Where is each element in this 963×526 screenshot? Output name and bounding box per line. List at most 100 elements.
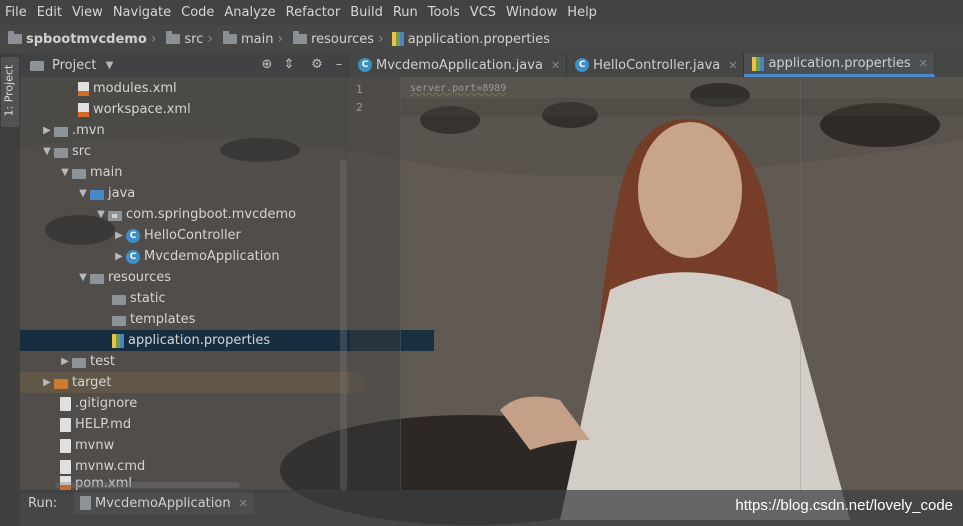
tree-item-main[interactable]: ▼ main	[20, 162, 380, 183]
run-config-icon	[80, 496, 91, 510]
tree-item-label: test	[90, 354, 115, 369]
tree-item-src[interactable]: ▼ src	[20, 141, 362, 162]
tree-item-test[interactable]: ▶ test	[20, 351, 380, 372]
file-icon	[60, 459, 71, 474]
menu-run[interactable]: Run	[388, 0, 423, 25]
tree-item-modules-xml[interactable]: modules.xml	[20, 78, 400, 99]
view-dropdown-icon[interactable]: ▼	[102, 60, 116, 71]
properties-file-icon	[112, 333, 124, 348]
tree-item-mvnw[interactable]: mvnw	[20, 435, 382, 456]
breadcrumb-project-label: spbootmvcdemo	[26, 31, 147, 47]
xml-file-icon	[78, 102, 89, 117]
project-panel-header: Project ▼ ⊕ ⇕ ⚙ –	[20, 53, 350, 77]
collapse-arrow-icon[interactable]: ▼	[94, 209, 108, 220]
breadcrumb-src[interactable]: src	[158, 31, 204, 47]
breadcrumb-project[interactable]: spbootmvcdemo	[0, 31, 147, 47]
close-icon[interactable]: ✕	[551, 59, 560, 72]
menu-vcs[interactable]: VCS	[465, 0, 501, 25]
tree-item-label: target	[72, 375, 112, 390]
tab-label: application.properties	[768, 56, 911, 71]
menu-analyze[interactable]: Analyze	[219, 0, 280, 25]
minimize-icon[interactable]: –	[332, 58, 346, 72]
source-folder-icon	[90, 189, 104, 200]
breadcrumb-file[interactable]: application.properties	[386, 32, 550, 47]
run-config-tab[interactable]: MvcdemoApplication ✕	[74, 492, 254, 514]
breadcrumb-separator: ›	[378, 31, 384, 47]
project-view-icon	[30, 61, 44, 71]
menu-edit[interactable]: Edit	[32, 0, 67, 25]
locate-icon[interactable]: ⊕	[260, 58, 274, 72]
menu-view[interactable]: View	[67, 0, 108, 25]
expand-arrow-icon[interactable]: ▶	[58, 356, 72, 367]
tree-item-mvnw-cmd[interactable]: mvnw.cmd	[20, 456, 382, 477]
tree-item-label: HELP.md	[75, 417, 132, 432]
tree-item-label: src	[72, 144, 91, 159]
collapse-arrow-icon[interactable]: ▼	[58, 167, 72, 178]
class-icon: C	[358, 58, 372, 72]
close-icon[interactable]: ✕	[728, 59, 737, 72]
collapse-arrow-icon[interactable]: ▼	[76, 188, 90, 199]
collapse-arrow-icon[interactable]: ▼	[40, 146, 54, 157]
tree-item-label: modules.xml	[93, 81, 177, 96]
tree-item-workspace-xml[interactable]: workspace.xml	[20, 99, 400, 120]
package-icon	[108, 210, 122, 221]
menu-refactor[interactable]: Refactor	[281, 0, 346, 25]
properties-file-icon	[391, 32, 404, 46]
menu-build[interactable]: Build	[345, 0, 388, 25]
tree-item-label: application.properties	[128, 333, 271, 348]
collapse-all-icon[interactable]: ⇕	[282, 58, 296, 72]
expand-arrow-icon[interactable]: ▶	[40, 125, 54, 136]
menu-code[interactable]: Code	[176, 0, 219, 25]
menu-window[interactable]: Window	[501, 0, 562, 25]
folder-icon	[72, 168, 86, 179]
breadcrumb-resources[interactable]: resources	[285, 31, 374, 47]
tree-item-help-md[interactable]: HELP.md	[20, 414, 382, 435]
breadcrumb-separator: ›	[277, 31, 284, 47]
code-line-1[interactable]: server.port=8989	[410, 83, 506, 94]
file-icon	[60, 417, 71, 432]
tree-item-label: java	[108, 186, 136, 201]
menu-navigate[interactable]: Navigate	[108, 0, 176, 25]
run-config-label: MvcdemoApplication	[95, 495, 231, 511]
tree-item-target[interactable]: ▶ target	[20, 372, 362, 393]
class-icon: C	[126, 228, 140, 243]
menu-help[interactable]: Help	[562, 0, 602, 25]
expand-arrow-icon[interactable]: ▶	[40, 377, 54, 388]
tree-item-label: workspace.xml	[93, 102, 191, 117]
file-icon	[60, 438, 71, 453]
folder-icon	[112, 315, 126, 326]
tab-mvcdemoapplication[interactable]: C MvcdemoApplication.java ✕	[350, 53, 568, 77]
breadcrumb-src-label: src	[184, 31, 204, 47]
collapse-arrow-icon[interactable]: ▼	[76, 272, 90, 283]
gear-icon[interactable]: ⚙	[310, 58, 324, 72]
menu-tools[interactable]: Tools	[423, 0, 465, 25]
right-margin-guide	[800, 77, 801, 490]
tree-item-mvn[interactable]: ▶ .mvn	[20, 120, 362, 141]
breadcrumb-file-label: application.properties	[407, 31, 550, 47]
project-tool-label: 1: Project	[2, 64, 16, 117]
close-icon[interactable]: ✕	[919, 57, 928, 70]
watermark: https://blog.csdn.net/lovely_code	[735, 497, 953, 514]
vertical-scrollbar[interactable]	[340, 160, 347, 490]
file-icon	[60, 396, 71, 411]
tab-hellocontroller[interactable]: C HelloController.java ✕	[567, 53, 745, 77]
tab-label: MvcdemoApplication.java	[376, 57, 543, 73]
tree-item-label: mvnw.cmd	[75, 459, 146, 474]
close-icon[interactable]: ✕	[239, 497, 248, 510]
run-label: Run:	[28, 496, 58, 511]
breadcrumb-main[interactable]: main	[215, 31, 274, 47]
tree-item-gitignore[interactable]: .gitignore	[20, 393, 382, 414]
project-folder-icon	[8, 31, 22, 44]
properties-file-icon	[752, 56, 765, 71]
horizontal-scrollbar[interactable]	[55, 482, 240, 488]
resources-folder-icon	[90, 273, 104, 284]
breadcrumb-main-label: main	[240, 31, 274, 47]
tab-label: HelloController.java	[593, 57, 721, 73]
folder-icon	[112, 294, 126, 305]
tab-application-properties[interactable]: application.properties ✕	[744, 53, 935, 77]
menu-file[interactable]: File	[0, 0, 32, 25]
breadcrumb: spbootmvcdemo › src › main › resources ›…	[0, 25, 963, 53]
project-panel-title[interactable]: Project	[52, 58, 96, 73]
expand-arrow-icon[interactable]: ▶	[112, 230, 126, 241]
expand-arrow-icon[interactable]: ▶	[112, 251, 126, 262]
